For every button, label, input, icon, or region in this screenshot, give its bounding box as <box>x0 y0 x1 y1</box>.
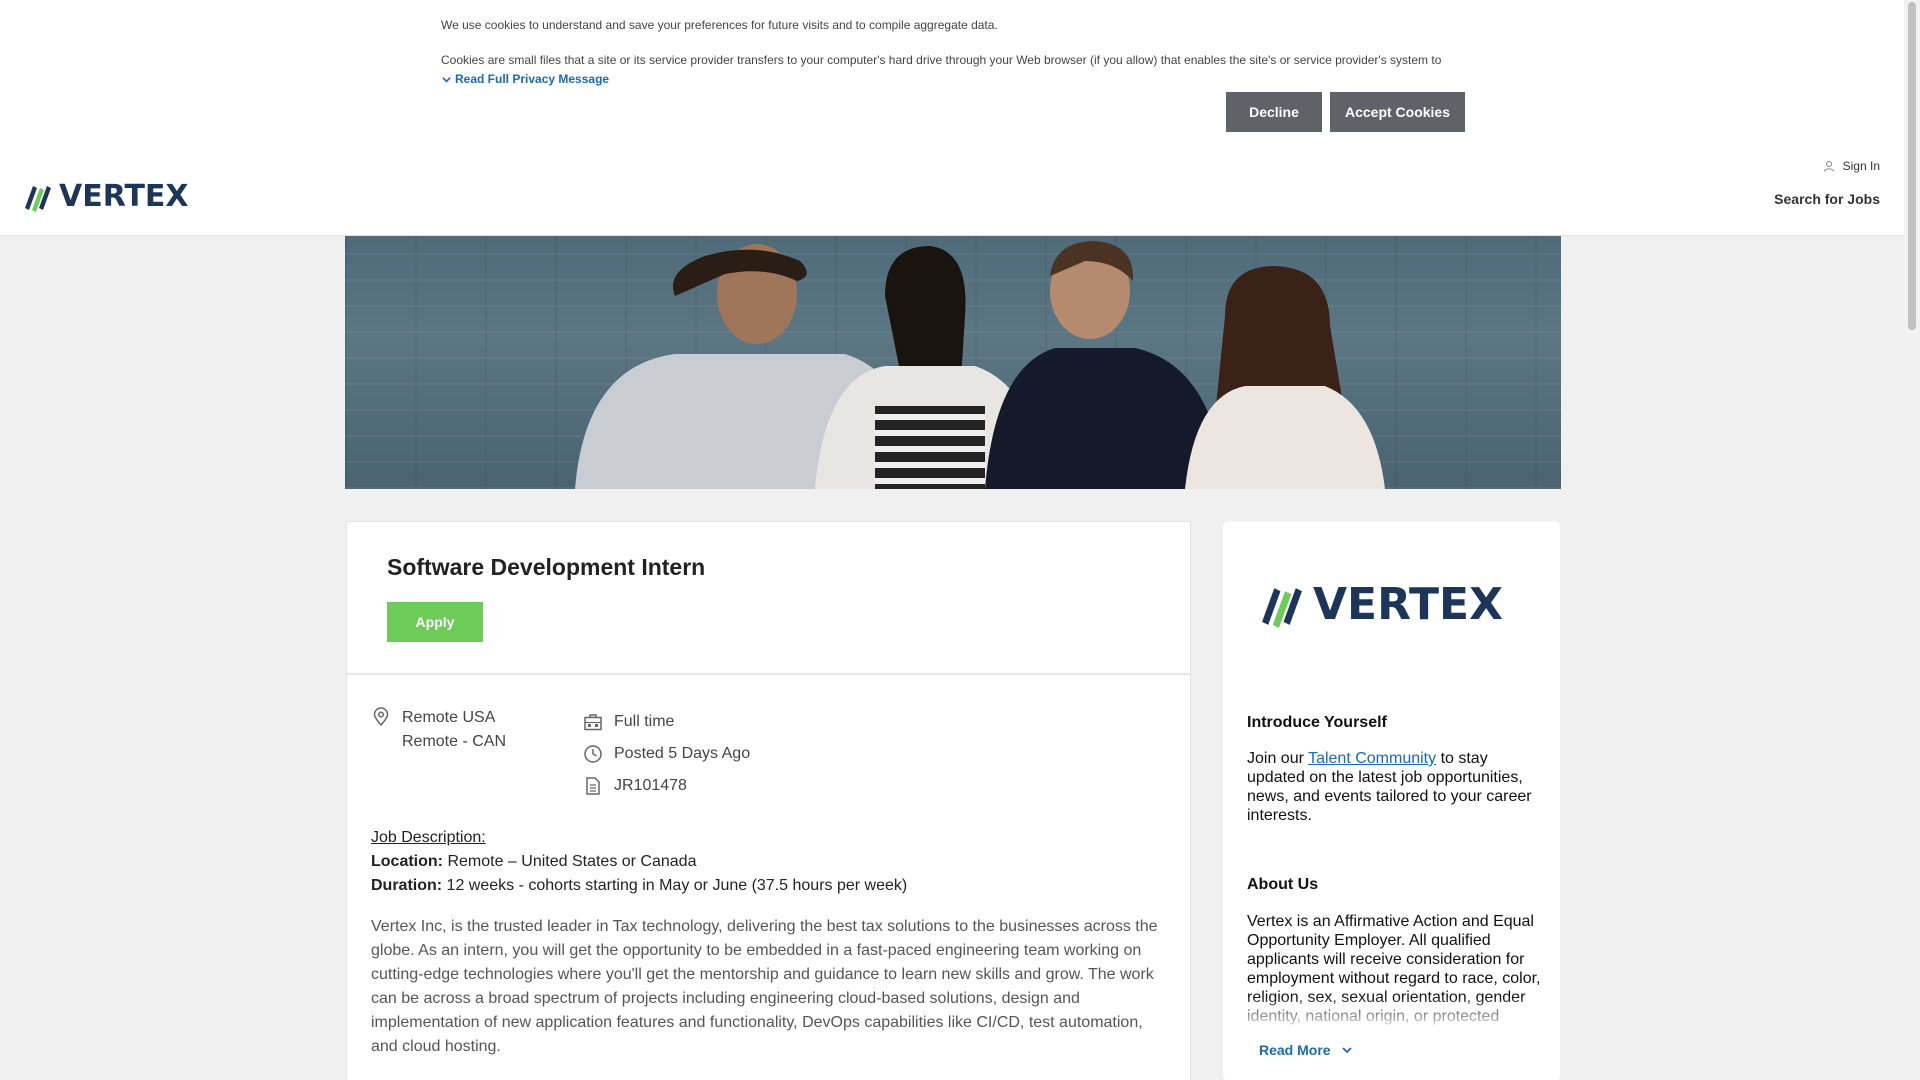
sidebar-vertex-logo: VERTEX <box>1259 579 1503 630</box>
cookie-text-line1: We use cookies to understand and save yo… <box>441 18 998 32</box>
decline-cookies-button[interactable]: Decline <box>1226 92 1322 132</box>
requisition-id: JR101478 <box>614 777 687 794</box>
accept-cookies-button[interactable]: Accept Cookies <box>1330 92 1465 132</box>
briefcase-icon <box>584 714 602 731</box>
job-title: Software Development Intern <box>387 554 706 580</box>
about-us-heading: About Us <box>1247 876 1319 893</box>
location-2: Remote - CAN <box>402 733 507 750</box>
vertex-mark-icon <box>25 185 51 212</box>
location-1: Remote USA <box>402 709 496 726</box>
apply-button[interactable]: Apply <box>387 602 483 642</box>
job-locations: Remote USA Remote - CAN <box>371 706 506 754</box>
duration-value: 12 weeks - cohorts starting in May or Ju… <box>442 877 908 894</box>
location-label: Location: <box>371 853 443 870</box>
read-full-privacy-link[interactable]: Read Full Privacy Message <box>441 72 609 86</box>
logo-wordmark: VERTEX <box>59 179 189 214</box>
intro-prefix: Join our <box>1247 750 1309 767</box>
introduce-yourself-heading: Introduce Yourself <box>1247 714 1387 731</box>
chevron-down-icon <box>1341 1047 1352 1054</box>
divider <box>347 673 1190 675</box>
posted-date: Posted 5 Days Ago <box>614 745 751 762</box>
introduce-yourself-text: Join our Talent Community to stay update… <box>1247 749 1547 825</box>
time-type-row: Full time <box>583 706 750 738</box>
job-description-heading: Job Description: <box>371 829 486 846</box>
document-icon <box>586 777 600 795</box>
vertex-mark-icon <box>1262 587 1302 628</box>
chevron-down-icon <box>442 76 451 83</box>
job-description-summary: Job Description: Location: Remote – Unit… <box>371 826 1171 898</box>
hero-banner-image <box>345 236 1561 489</box>
scrollbar-thumb[interactable] <box>1908 2 1916 330</box>
location-pin-icon <box>373 707 389 727</box>
hero-people-illustration <box>575 241 1385 489</box>
company-sidebar-card: VERTEX Introduce Yourself Join our Talen… <box>1223 521 1560 1080</box>
job-meta: Full time Posted 5 Days Ago JR101478 <box>583 706 750 802</box>
location-value: Remote – United States or Canada <box>443 853 697 870</box>
cookie-banner: We use cookies to understand and save yo… <box>0 0 1904 146</box>
time-type: Full time <box>614 713 675 730</box>
vertex-logo[interactable]: VERTEX <box>23 179 189 214</box>
req-id-row: JR101478 <box>583 770 750 802</box>
page-scrollbar[interactable] <box>1904 0 1920 1080</box>
sign-in-label: Sign In <box>1842 159 1880 173</box>
job-description-paragraph: Vertex Inc, is the trusted leader in Tax… <box>371 918 1158 1055</box>
read-full-privacy-label: Read Full Privacy Message <box>455 72 610 86</box>
clock-icon <box>584 745 602 763</box>
read-more-label: Read More <box>1259 1042 1331 1058</box>
job-details-card: Software Development Intern Apply Remote… <box>346 521 1191 1080</box>
talent-community-link[interactable]: Talent Community <box>1308 750 1436 767</box>
user-icon <box>1823 161 1834 172</box>
search-for-jobs-link[interactable]: Search for Jobs <box>1774 191 1880 207</box>
site-header: VERTEX Sign In Search for Jobs <box>0 146 1904 236</box>
read-more-button[interactable]: Read More <box>1259 1042 1353 1058</box>
cookie-text-line2: Cookies are small files that a site or i… <box>441 53 1442 67</box>
sidebar-logo-wordmark: VERTEX <box>1313 579 1504 630</box>
sign-in-link[interactable]: Sign In <box>1823 159 1880 173</box>
duration-label: Duration: <box>371 877 443 894</box>
posted-row: Posted 5 Days Ago <box>583 738 750 770</box>
